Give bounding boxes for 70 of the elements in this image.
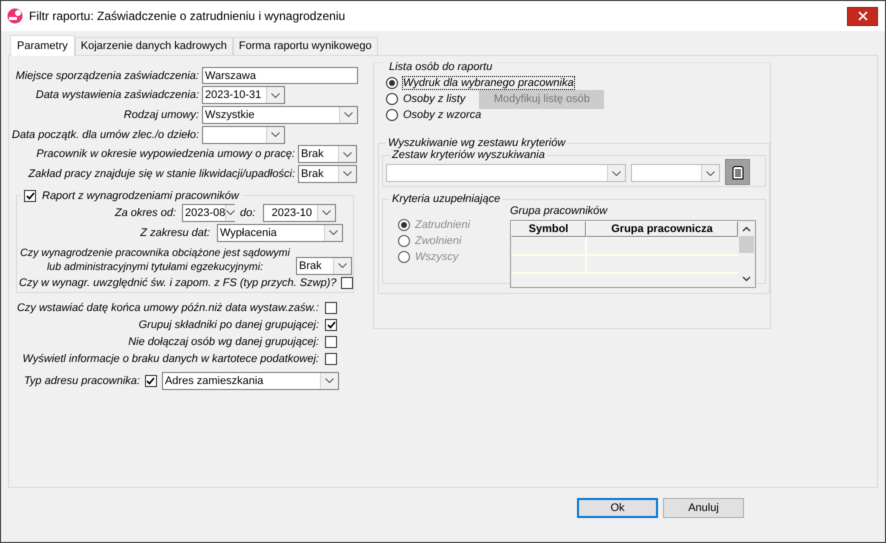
field-label: Czy wynagrodzenie pracownika obciążone jest sądowymi lub administracyjnymi tytułami egzekucyjnymi: <box>19 246 291 274</box>
option-label: Grupuj składniki po danej grupującej: <box>138 319 319 332</box>
scroll-thumb[interactable] <box>739 236 754 253</box>
dialog-button[interactable]: Ok <box>577 498 658 518</box>
chevron-icon <box>338 263 347 268</box>
radio-button[interactable] <box>386 77 398 89</box>
field-label: do: <box>240 206 256 219</box>
chevron-icon <box>706 170 715 176</box>
window-title: Filtr raportu: Zaświadczenie o zatrudnieniu i wynagrodzeniu <box>29 9 346 23</box>
document-icon <box>732 164 744 180</box>
tab[interactable]: Forma raportu wynikowego <box>232 37 378 55</box>
checkbox[interactable] <box>341 276 354 289</box>
tab[interactable]: Kojarzenie danych kadrowych <box>74 37 233 55</box>
dropdown[interactable]: 2023-10 <box>263 204 336 222</box>
dropdown[interactable]: 2023-08 <box>182 204 235 222</box>
dropdown[interactable]: Brak <box>298 164 357 183</box>
chevron-icon <box>343 171 352 176</box>
table-title: Grupa pracowników <box>510 205 609 217</box>
checkbox[interactable] <box>325 353 337 366</box>
field-label: Czy w wynagr. uwzględnić św. i zapom. z FS (typ przych. Szwp)? <box>19 276 336 289</box>
option-label: Czy wstawiać datę końca umowy późn.niż data wystaw.zaśw.: <box>16 302 319 314</box>
chevron-icon <box>226 210 236 216</box>
checkbox[interactable] <box>325 302 337 314</box>
dropdown[interactable]: Wszystkie <box>202 106 358 124</box>
chevron-icon <box>612 170 621 176</box>
checkbox[interactable] <box>325 319 337 332</box>
dropdown[interactable]: Wypłacenia <box>217 224 343 242</box>
chevron-icon <box>343 152 352 157</box>
close-icon <box>858 11 868 21</box>
radio-label[interactable]: Osoby z wzorca <box>403 109 482 121</box>
group-title: Zestaw kryteriów wyszukiwania <box>390 149 546 161</box>
app-icon <box>7 8 23 24</box>
dropdown[interactable]: 2023-10-31 <box>202 86 285 104</box>
chevron-icon <box>271 92 280 98</box>
dropdown[interactable]: Brak <box>298 145 357 164</box>
checkbox[interactable] <box>144 374 157 387</box>
text-field[interactable]: Warszawa <box>202 67 358 84</box>
chevron-icon <box>324 378 334 384</box>
field-label: Za okres od: <box>114 206 176 219</box>
group-title: Kryteria uzupełniające <box>391 193 502 205</box>
dropdown[interactable]: Brak <box>296 256 352 275</box>
field-label: Rodzaj umowy: <box>122 108 200 121</box>
group-title: Wyszukiwanie wg zestawu kryteriów <box>387 137 567 149</box>
checkbox[interactable] <box>24 190 36 202</box>
radio-button[interactable] <box>386 93 398 105</box>
option-label: Nie dołączaj osób wg danej grupującej: <box>128 336 319 348</box>
option-label: Wyświetl informacje o braku danych w kartotece podatkowej: <box>22 353 319 366</box>
field-label: Data początk. dla umów zlec./o dzieło: <box>10 128 200 141</box>
field-label: Pracownik w okresie wypowiedzenia umowy o pracę: <box>35 148 296 160</box>
chevron-icon <box>271 132 280 138</box>
chevron-icon <box>329 230 338 236</box>
field-label: Data wystawienia zaświadczenia: <box>34 89 200 102</box>
close-button[interactable] <box>847 6 878 26</box>
checkbox[interactable] <box>325 336 337 348</box>
field-label: Miejsce sporządzenia zaświadczenia: <box>14 70 200 82</box>
chevron-icon <box>322 210 332 216</box>
radio-button[interactable] <box>386 109 398 121</box>
dropdown[interactable] <box>202 126 285 144</box>
field-label: Zakład pracy znajduje się w stanie likwidacji/upadłości: <box>27 168 296 180</box>
group-title: Raport z wynagrodzeniami pracowników <box>42 190 239 202</box>
dropdown[interactable]: Adres zamieszkania <box>162 372 339 390</box>
tab[interactable]: Parametry <box>10 35 75 56</box>
section-title: Lista osób do raportu <box>386 61 496 73</box>
document-button[interactable] <box>725 159 750 185</box>
field-label: Typ adresu pracownika: <box>24 374 140 387</box>
chevron-icon <box>344 112 353 118</box>
radio-label[interactable]: Osoby z listy <box>403 93 466 105</box>
field-label: Z zakresu dat: <box>139 226 210 239</box>
radio-label[interactable]: Wydruk dla wybranego pracownika <box>403 77 574 89</box>
dialog-button[interactable]: Anuluj <box>663 498 744 518</box>
